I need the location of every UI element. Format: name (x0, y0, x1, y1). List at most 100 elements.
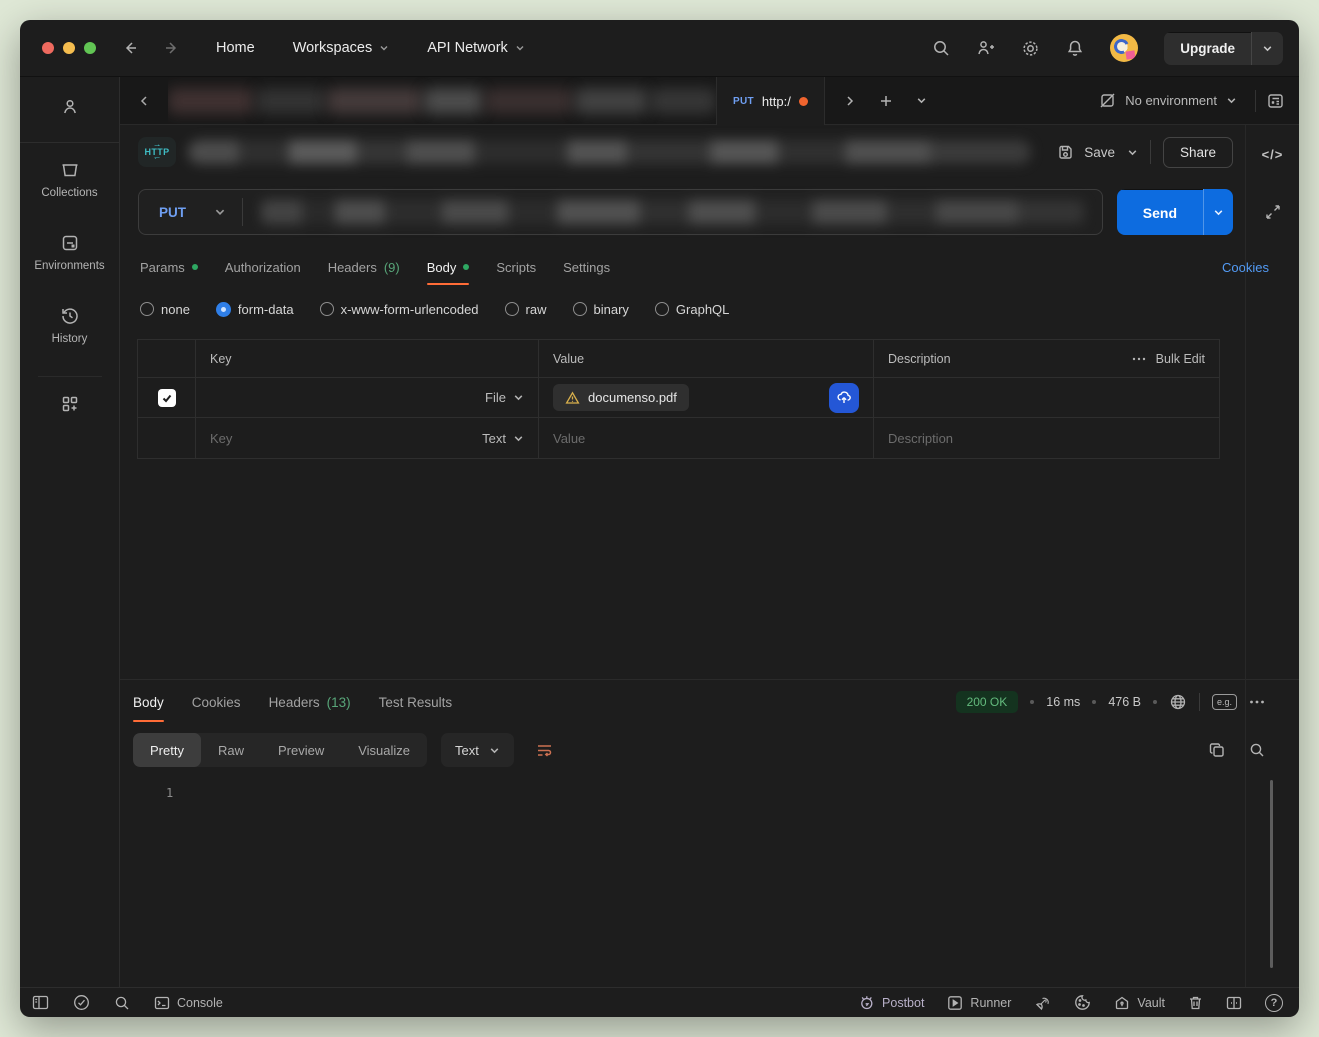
redacted-tab[interactable] (327, 88, 421, 114)
response-size[interactable]: 476 B (1108, 695, 1141, 709)
view-preview-button[interactable]: Preview (261, 733, 341, 767)
method-chevron-icon[interactable] (214, 206, 242, 218)
wrap-lines-icon[interactable] (528, 733, 562, 767)
mode-binary[interactable]: binary (573, 302, 629, 317)
autofit-arrows-icon[interactable] (1265, 204, 1281, 220)
environment-quick-look-icon[interactable] (1266, 92, 1285, 110)
redacted-tab[interactable] (575, 88, 649, 114)
redacted-tab[interactable] (168, 88, 254, 114)
capture-requests-icon[interactable] (1034, 995, 1051, 1011)
invite-user-icon[interactable] (976, 39, 995, 57)
radio-icon (320, 302, 334, 316)
trash-icon[interactable] (1188, 995, 1203, 1011)
save-options-chevron[interactable] (1127, 147, 1138, 158)
network-globe-icon[interactable] (1169, 693, 1187, 711)
mode-form-data-label: form-data (238, 302, 294, 317)
forward-icon[interactable] (164, 40, 180, 56)
back-icon[interactable] (122, 40, 138, 56)
send-options-chevron[interactable] (1203, 189, 1233, 235)
toggle-sidebar-icon[interactable] (32, 995, 49, 1010)
tabs-scroll-right-button[interactable] (835, 86, 865, 116)
mode-raw[interactable]: raw (505, 302, 547, 317)
upgrade-chevron-button[interactable] (1251, 32, 1283, 65)
mode-none[interactable]: none (140, 302, 190, 317)
sidebar-item-collections[interactable]: Collections (41, 160, 97, 199)
select-all-cell (138, 340, 196, 377)
tabs-scroll-left-button[interactable] (120, 77, 168, 124)
help-icon[interactable]: ? (1265, 994, 1283, 1012)
left-sidebar: Collections Environments History (20, 77, 120, 987)
view-visualize-button[interactable]: Visualize (341, 733, 427, 767)
maximize-window-button[interactable] (84, 42, 96, 54)
settings-gear-icon[interactable] (1021, 39, 1040, 58)
runner-button[interactable]: Runner (947, 995, 1011, 1011)
value-input-placeholder[interactable]: Value (553, 431, 585, 446)
tab-authorization[interactable]: Authorization (225, 245, 301, 289)
tab-scripts[interactable]: Scripts (496, 245, 536, 289)
postbot-button[interactable]: Postbot (858, 994, 924, 1011)
column-options-icon[interactable] (1132, 356, 1146, 362)
save-button[interactable]: Save (1057, 144, 1115, 161)
row-checkbox-checked[interactable] (158, 389, 176, 407)
view-pretty-button[interactable]: Pretty (133, 733, 201, 767)
redacted-tab[interactable] (256, 88, 326, 114)
response-tab-cookies[interactable]: Cookies (192, 680, 241, 724)
find-icon[interactable] (114, 995, 130, 1011)
tab-body[interactable]: Body (427, 245, 470, 289)
response-tab-body[interactable]: Body (133, 680, 164, 724)
response-body-editor[interactable]: 1 (120, 776, 1299, 987)
redacted-tab[interactable] (485, 88, 573, 114)
active-request-tab[interactable]: PUT http:/ (716, 77, 825, 125)
nav-workspaces[interactable]: Workspaces (293, 40, 390, 56)
send-button[interactable]: Send (1117, 189, 1203, 235)
redacted-url-input[interactable] (261, 200, 1084, 224)
split-panes-icon[interactable] (1226, 996, 1242, 1010)
tab-settings[interactable]: Settings (563, 245, 610, 289)
description-input-placeholder[interactable]: Description (888, 431, 953, 446)
save-as-example-icon[interactable]: e.g. (1212, 694, 1237, 710)
response-time[interactable]: 16 ms (1046, 695, 1080, 709)
mode-x-www-form-urlencoded[interactable]: x-www-form-urlencoded (320, 302, 479, 317)
view-raw-button[interactable]: Raw (201, 733, 261, 767)
cookies-icon[interactable] (1074, 994, 1091, 1011)
close-window-button[interactable] (42, 42, 54, 54)
mode-graphql[interactable]: GraphQL (655, 302, 729, 317)
checks-status-icon[interactable] (73, 994, 90, 1011)
tab-options-chevron[interactable] (907, 86, 937, 116)
response-format-selector[interactable]: Text (441, 733, 514, 767)
nav-home[interactable]: Home (216, 40, 255, 56)
redacted-tab[interactable] (650, 88, 716, 114)
notifications-bell-icon[interactable] (1066, 39, 1084, 58)
upload-file-button[interactable] (829, 383, 859, 413)
sidebar-item-profile[interactable] (60, 97, 80, 117)
sidebar-item-more-tools[interactable] (60, 394, 80, 414)
tab-headers[interactable]: Headers(9) (328, 245, 400, 289)
key-input-placeholder[interactable]: Key (210, 431, 232, 446)
redacted-tab[interactable] (424, 88, 484, 114)
key-type-selector[interactable]: Text (482, 431, 524, 446)
key-type-selector[interactable]: File (485, 390, 524, 405)
nav-api-network[interactable]: API Network (427, 40, 525, 56)
minimize-window-button[interactable] (63, 42, 75, 54)
console-button[interactable]: Console (154, 996, 223, 1010)
titlebar: Home Workspaces API Network Upgrade (20, 20, 1299, 76)
response-tab-headers[interactable]: Headers(13) (269, 680, 351, 724)
code-snippet-icon[interactable]: </> (1262, 147, 1284, 162)
environment-selector[interactable]: No environment (1091, 86, 1245, 115)
vault-button[interactable]: Vault (1114, 995, 1165, 1011)
search-icon[interactable] (932, 39, 950, 57)
attached-file-chip[interactable]: documenso.pdf (553, 384, 689, 411)
status-badge[interactable]: 200 OK (956, 691, 1019, 713)
new-tab-button[interactable] (871, 86, 901, 116)
mode-form-data[interactable]: form-data (216, 302, 294, 317)
share-button[interactable]: Share (1163, 137, 1233, 168)
bulk-edit-button[interactable]: Bulk Edit (1156, 352, 1205, 366)
sidebar-item-environments[interactable]: Environments (34, 233, 104, 272)
copy-icon[interactable] (1209, 742, 1225, 758)
upgrade-button[interactable]: Upgrade (1164, 32, 1251, 65)
method-selector[interactable]: PUT (139, 205, 214, 220)
sidebar-item-history[interactable]: History (52, 306, 88, 345)
tab-params[interactable]: Params (140, 245, 198, 289)
avatar[interactable] (1110, 34, 1138, 62)
response-tab-test-results[interactable]: Test Results (379, 680, 453, 724)
